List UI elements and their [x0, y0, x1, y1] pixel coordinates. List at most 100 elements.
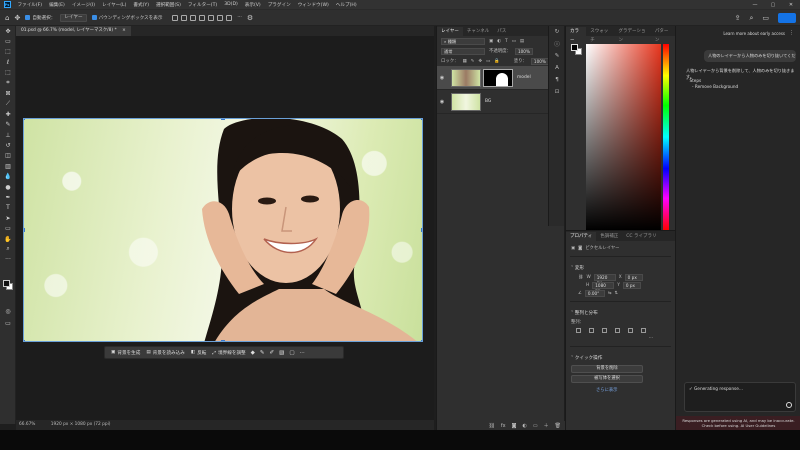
frame-tool-icon[interactable]: ⊠ [0, 88, 16, 98]
folder-icon[interactable]: ▭ [533, 423, 538, 429]
menu-help[interactable]: ヘルプ(H) [332, 2, 360, 8]
early-access-link[interactable]: Learn more about early access [723, 31, 785, 36]
filter-shape-icon[interactable]: ▭ [512, 39, 516, 44]
angle-input[interactable]: 0.00° [584, 289, 605, 297]
align-vcenter-icon[interactable] [628, 327, 633, 333]
fill-icon[interactable]: ▧ [279, 350, 284, 356]
filter-adjust-icon[interactable]: ◐ [497, 39, 501, 44]
menu-layer[interactable]: レイヤー(L) [99, 2, 130, 8]
blur-tool-icon[interactable]: 💧 [0, 171, 16, 181]
menu-select[interactable]: 選択範囲(S) [153, 2, 185, 8]
filter-type-icon[interactable]: T [505, 39, 508, 44]
quick-actions-section-title[interactable]: ˅ クイック操作 [566, 351, 675, 363]
height-input[interactable]: 1080 px [592, 281, 615, 293]
y-input[interactable]: 0 px [622, 281, 641, 289]
glyph-icon[interactable]: ⊡ [549, 86, 565, 98]
menu-image[interactable]: イメージ(I) [68, 2, 98, 8]
eraser-tool-icon[interactable]: ◫ [0, 151, 16, 161]
menu-filter[interactable]: フィルター(T) [184, 2, 220, 8]
share-icon[interactable]: ⇪ [735, 14, 741, 22]
distribute-icon[interactable] [226, 14, 233, 21]
subtract-mask-icon[interactable]: ✐ [270, 350, 275, 356]
menu-file[interactable]: ファイル(F) [14, 2, 46, 8]
3d-mode-icon[interactable]: ⚙ [247, 14, 253, 22]
align-center-icon[interactable] [181, 14, 188, 21]
opacity-input[interactable]: 100% [514, 47, 533, 55]
add-icon[interactable]: ＋ [544, 422, 549, 429]
close-tab-icon[interactable]: × [122, 28, 126, 33]
tab-cc-libraries[interactable]: CC ライブラリ [622, 232, 660, 241]
document-tab[interactable]: 01.psd @ 66.7% (model, レイヤーマスク/8) * × [16, 26, 131, 36]
transform-handle-tc[interactable] [221, 119, 225, 120]
dodge-tool-icon[interactable]: ● [0, 182, 16, 192]
link-icon[interactable]: ⛓ [489, 423, 495, 429]
bounding-box-checkbox[interactable]: バウンディングボックスを表示 [91, 15, 162, 21]
width-input[interactable]: 1920 px [593, 273, 616, 285]
search-icon[interactable]: ⌕ [749, 14, 753, 23]
flip-vertical-icon[interactable]: ⇅ [614, 291, 618, 296]
type-tool-icon[interactable]: T [0, 203, 16, 213]
character-icon[interactable]: A [549, 62, 565, 74]
tab-color[interactable]: カラー [566, 27, 587, 43]
remove-background-button[interactable]: 背景を削除 [571, 365, 643, 373]
transform-handle-tl[interactable] [24, 119, 25, 120]
tab-swatches[interactable]: スウォッチ [586, 27, 614, 43]
assistant-menu-icon[interactable]: ⋮ [789, 30, 794, 36]
layer-row-model[interactable]: ◉ model [437, 66, 564, 90]
move-tool-icon[interactable]: ✥ [14, 14, 20, 22]
link-icon[interactable]: ⛓ [578, 275, 583, 280]
workspace-icon[interactable]: ▭ [762, 14, 769, 22]
tab-patterns[interactable]: パターン [651, 27, 675, 43]
import-background-button[interactable]: ▤ 背景を読み込み [146, 350, 185, 356]
close-button[interactable]: ✕ [782, 0, 800, 10]
eye-icon[interactable]: ◉ [437, 75, 447, 81]
hue-slider[interactable] [663, 44, 669, 230]
transform-handle-bl[interactable] [24, 340, 25, 341]
stamp-tool-icon[interactable]: ⊥ [0, 130, 16, 140]
document-canvas-image[interactable] [23, 118, 423, 342]
transform-section-title[interactable]: ˅ 変形 [566, 261, 675, 273]
pen-tool-icon[interactable]: ✒ [0, 192, 16, 202]
more-tools-icon[interactable]: ··· [0, 255, 16, 265]
transform-handle-ml[interactable] [24, 228, 25, 232]
tab-adjustments[interactable]: 色調補正 [596, 232, 622, 241]
adjust-icon[interactable]: ◐ [523, 423, 527, 429]
transform-handle-bc[interactable] [221, 340, 225, 341]
filter-smart-icon[interactable]: ▤ [520, 39, 524, 44]
zoom-level[interactable]: 66.67% [19, 422, 35, 427]
transform-handle-tr[interactable] [421, 119, 422, 120]
crop-tool-icon[interactable]: ⌗ [0, 78, 16, 88]
menu-window[interactable]: ウィンドウ(W) [294, 2, 332, 8]
brush-settings-icon[interactable]: ✎ [549, 50, 565, 62]
flip-horizontal-icon[interactable]: ⇆ [608, 291, 612, 296]
zoom-tool-icon[interactable]: ⌕ [0, 244, 16, 254]
foreground-color-swatch[interactable] [3, 280, 10, 287]
more-align-row[interactable]: ··· [566, 334, 675, 342]
tab-gradients[interactable]: グラデーション [615, 27, 651, 43]
align-top-icon[interactable] [615, 327, 620, 333]
color-picker-field[interactable] [586, 44, 661, 230]
menu-type[interactable]: 書式(Y) [130, 2, 153, 8]
layer-row-bg[interactable]: ◉ BG [437, 90, 564, 114]
lock-move-icon[interactable]: ✥ [478, 59, 482, 64]
object-select-tool-icon[interactable]: ⬚ [0, 68, 16, 78]
align-right-icon[interactable] [602, 327, 607, 333]
paragraph-icon[interactable]: ¶ [549, 74, 565, 86]
menu-edit[interactable]: 編集(E) [46, 2, 69, 8]
align-hcenter-icon[interactable] [589, 327, 594, 333]
lock-pixels-icon[interactable]: ▦ [463, 59, 467, 64]
menu-3d[interactable]: 3D(D) [221, 2, 242, 7]
mask-icon[interactable]: ◙ [578, 246, 582, 251]
hand-tool-icon[interactable]: ✋ [0, 234, 16, 244]
path-select-tool-icon[interactable]: ➤ [0, 213, 16, 223]
select-subject-button[interactable]: 被写体を選択 [571, 375, 643, 383]
blend-mode-dropdown[interactable]: 通常 [441, 47, 485, 55]
color-swatches[interactable] [3, 280, 13, 290]
align-top-icon[interactable] [199, 14, 206, 21]
generate-background-button[interactable]: ▣ 背景を生成 [111, 350, 140, 356]
transform-handle-mr[interactable] [421, 228, 422, 232]
home-icon[interactable]: ⌂ [5, 14, 9, 22]
invert-button[interactable]: ◧ 反転 [191, 350, 207, 356]
align-left-icon[interactable] [172, 14, 179, 21]
align-bottom-icon[interactable] [641, 327, 646, 333]
